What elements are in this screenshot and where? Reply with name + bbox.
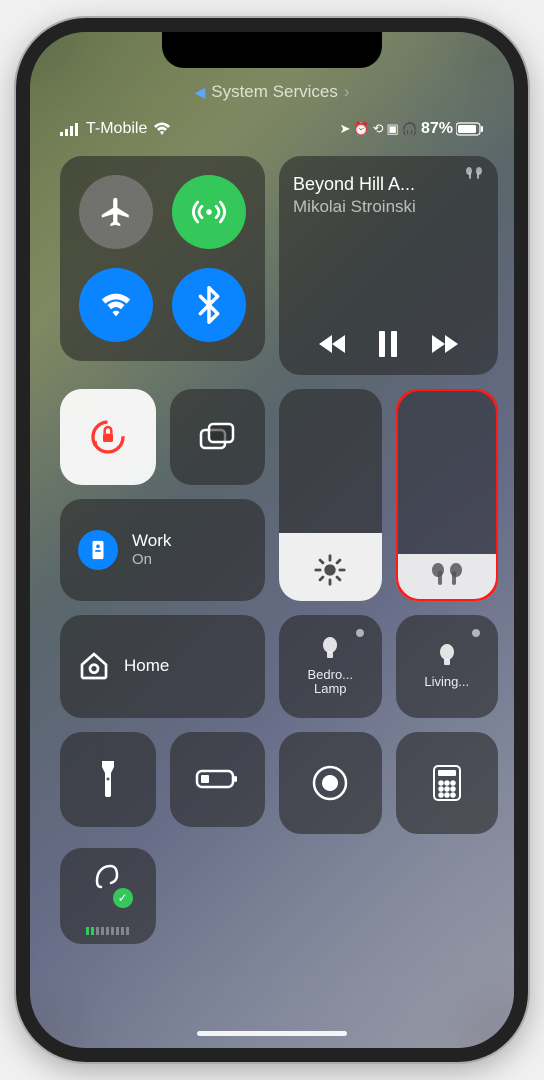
media-title: Beyond Hill A...: [293, 174, 484, 195]
status-bar: T-Mobile ➤ ⏰ ⟲ ▣ 🎧 87%: [60, 120, 484, 138]
status-dot-icon: [472, 629, 480, 637]
hearing-button[interactable]: ✓: [60, 848, 156, 944]
airplane-mode-button[interactable]: [79, 175, 153, 249]
wifi-status-icon: [153, 122, 171, 136]
cellular-data-button[interactable]: [172, 175, 246, 249]
home-indicator[interactable]: [197, 1031, 347, 1036]
orientation-lock-button[interactable]: [60, 389, 156, 485]
low-power-button[interactable]: [170, 732, 266, 828]
location-icon: ◀: [194, 84, 205, 101]
pause-button[interactable]: [377, 331, 399, 357]
focus-tile[interactable]: Work On: [60, 499, 265, 602]
media-artist: Mikolai Stroinski: [293, 197, 484, 217]
checkmark-icon: ✓: [113, 888, 133, 908]
forward-button[interactable]: [428, 333, 460, 355]
bedroom-lamp-tile[interactable]: Bedro...Lamp: [279, 615, 382, 718]
hearing-level-bars: [86, 927, 129, 935]
living-label: Living...: [424, 675, 469, 689]
carrier-label: T-Mobile: [86, 120, 147, 138]
status-dot-icon: [356, 629, 364, 637]
timer-icon: ▣: [386, 121, 398, 137]
home-tile[interactable]: Home: [60, 615, 265, 718]
focus-name: Work: [132, 531, 171, 551]
calculator-button[interactable]: [396, 732, 499, 835]
location-status-icon: ➤: [339, 121, 350, 137]
flashlight-button[interactable]: [60, 732, 156, 828]
media-panel[interactable]: Beyond Hill A... Mikolai Stroinski: [279, 156, 498, 375]
focus-work-icon: [78, 530, 118, 570]
volume-slider[interactable]: [396, 389, 499, 601]
home-label: Home: [124, 656, 169, 676]
airpods-volume-icon: [428, 561, 466, 587]
orientation-status-icon: ⟲: [373, 121, 384, 137]
brightness-icon: [313, 553, 347, 587]
screen-record-button[interactable]: [279, 732, 382, 835]
connectivity-panel[interactable]: [60, 156, 265, 361]
living-tile[interactable]: Living...: [396, 615, 499, 718]
bulb-icon: [436, 643, 458, 671]
home-icon: [78, 650, 110, 682]
screen-mirroring-button[interactable]: [170, 389, 266, 485]
signal-icon: [60, 122, 80, 136]
bulb-icon: [319, 636, 341, 664]
airpods-icon: [464, 166, 484, 180]
breadcrumb[interactable]: ◀ System Services ›: [60, 82, 484, 102]
battery-pct: 87%: [421, 120, 453, 138]
bedroom-line2: Lamp: [314, 681, 347, 696]
battery-icon: [456, 122, 484, 136]
bedroom-line1: Bedro...: [307, 667, 353, 682]
wifi-button[interactable]: [79, 268, 153, 342]
brightness-slider[interactable]: [279, 389, 382, 601]
alarm-icon: ⏰: [353, 121, 369, 137]
bluetooth-button[interactable]: [172, 268, 246, 342]
focus-status: On: [132, 551, 171, 568]
headphones-icon: 🎧: [402, 121, 418, 137]
chevron-right-icon: ›: [344, 82, 350, 102]
breadcrumb-label: System Services: [211, 82, 338, 102]
rewind-button[interactable]: [317, 333, 349, 355]
